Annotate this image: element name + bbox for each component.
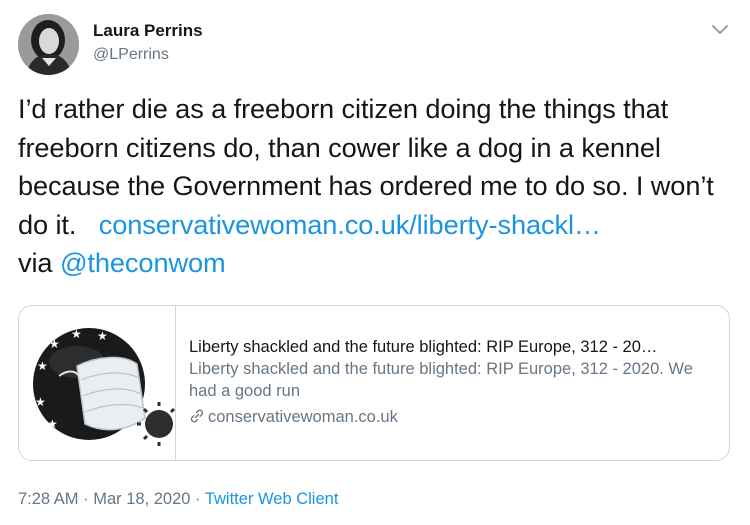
profile-photo [18, 14, 79, 75]
more-options-button[interactable] [708, 20, 732, 40]
tweet-link[interactable]: conservativewoman.co.uk/liberty-shackl… [99, 209, 601, 240]
svg-text:★: ★ [35, 395, 46, 409]
link-preview-card[interactable]: ★ ★ ★ ★ ★ ★ Liberty shackled and the fut… [18, 305, 730, 461]
card-domain-text: conservativewoman.co.uk [208, 408, 398, 426]
card-body: Liberty shackled and the future blighted… [189, 336, 719, 430]
card-title: Liberty shackled and the future blighted… [189, 338, 658, 356]
chevron-down-icon [712, 25, 728, 34]
svg-text:★: ★ [97, 329, 108, 343]
link-icon [189, 408, 205, 430]
tweet-text: I’d rather die as a freeborn citizen doi… [18, 90, 734, 283]
svg-text:★: ★ [71, 327, 82, 341]
mention-link[interactable]: @theconwom [60, 247, 226, 278]
tweet-time[interactable]: 7:28 AM [18, 490, 79, 508]
meta-separator: · [78, 490, 94, 508]
eu-ball-with-face-mask-and-virus-image: ★ ★ ★ ★ ★ ★ [33, 327, 176, 446]
tweet-date[interactable]: Mar 18, 2020 [93, 490, 190, 508]
svg-text:★: ★ [47, 417, 58, 431]
via-label: via [18, 247, 53, 278]
card-domain: conservativewoman.co.uk [189, 406, 719, 430]
author-name[interactable]: Laura Perrins [93, 21, 203, 41]
card-description: Liberty shackled and the future blighted… [189, 360, 693, 400]
avatar[interactable] [18, 14, 79, 75]
tweet-client[interactable]: Twitter Web Client [205, 490, 339, 508]
author-handle[interactable]: @LPerrins [93, 46, 169, 64]
svg-text:★: ★ [49, 337, 60, 351]
tweet-meta: 7:28 AM · Mar 18, 2020 · Twitter Web Cli… [18, 490, 338, 509]
card-image: ★ ★ ★ ★ ★ ★ [19, 306, 176, 460]
meta-separator: · [190, 490, 205, 508]
svg-text:★: ★ [37, 359, 48, 373]
